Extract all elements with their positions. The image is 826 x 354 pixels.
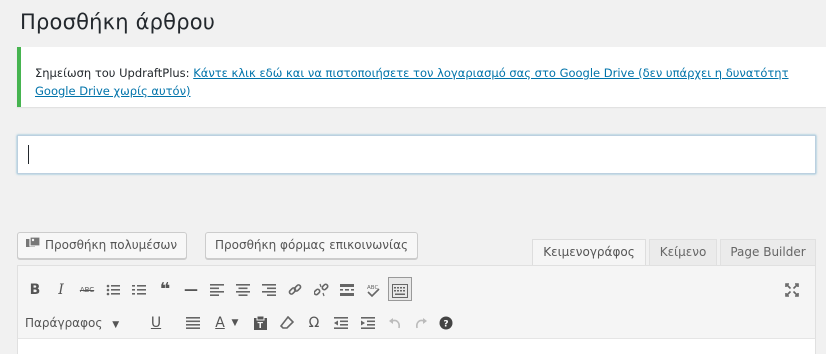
updraftplus-notice: Σημείωση του UpdraftPlus: Κάντε κλικ εδώ… [17, 47, 826, 107]
indent-icon[interactable] [357, 312, 379, 334]
outdent-icon[interactable] [330, 312, 352, 334]
chevron-down-icon[interactable]: ▼ [228, 312, 242, 334]
tab-text[interactable]: Κείμενο [649, 239, 717, 265]
help-icon-glyph: ? [443, 320, 448, 330]
chevron-down-icon: ▼ [112, 320, 120, 330]
toolbar-toggle-icon[interactable] [388, 277, 412, 301]
svg-text:ABC: ABC [367, 285, 378, 291]
blockquote-icon[interactable]: ❝ [154, 279, 176, 301]
horizontal-rule-icon[interactable]: — [180, 279, 202, 301]
unlink-icon[interactable] [310, 279, 332, 301]
numbered-list-icon[interactable] [128, 279, 150, 301]
add-media-button[interactable]: Προσθήκη πολυμέσων [17, 232, 188, 259]
format-select[interactable]: Παράγραφος ▼ [25, 312, 119, 334]
add-media-label: Προσθήκη πολυμέσων [45, 238, 178, 252]
italic-icon[interactable]: I [50, 279, 72, 301]
read-more-icon[interactable] [336, 279, 358, 301]
svg-text:T: T [257, 321, 263, 330]
clear-formatting-icon[interactable] [276, 312, 298, 334]
align-center-icon[interactable] [232, 279, 254, 301]
redo-icon[interactable] [410, 312, 432, 334]
add-contact-form-button[interactable]: Προσθήκη φόρμας επικοινωνίας [205, 232, 419, 259]
help-icon[interactable]: ? [435, 312, 457, 334]
justify-icon[interactable] [182, 312, 204, 334]
align-right-icon[interactable] [258, 279, 280, 301]
post-title-input[interactable] [17, 135, 816, 174]
align-left-icon[interactable] [206, 279, 228, 301]
tab-page-builder[interactable]: Page Builder [720, 239, 816, 265]
fullscreen-icon[interactable] [781, 279, 803, 301]
spellcheck-icon[interactable]: ABC [362, 279, 384, 301]
text-caret [28, 145, 29, 164]
page-title: Προσθήκη άρθρου [20, 10, 216, 34]
bold-icon[interactable]: B [24, 279, 46, 301]
notice-link-drive-auth-cont[interactable]: Google Drive χωρίς αυτόν) [35, 84, 191, 98]
underline-icon[interactable]: U [145, 312, 167, 334]
notice-label: Σημείωση του UpdraftPlus: [35, 66, 190, 80]
undo-icon[interactable] [384, 312, 406, 334]
bullet-list-icon[interactable] [102, 279, 124, 301]
media-icon [26, 233, 41, 258]
notice-link-drive-auth[interactable]: Κάντε κλικ εδώ και να πιστοποιήσετε τον … [193, 66, 788, 80]
strikethrough-icon[interactable]: ABC [76, 279, 98, 301]
editor-content-area[interactable] [17, 338, 816, 354]
paste-text-icon[interactable]: T [249, 312, 271, 334]
special-character-icon[interactable]: Ω [303, 312, 325, 334]
link-icon[interactable] [284, 279, 306, 301]
format-select-value: Παράγραφος [25, 316, 103, 330]
tab-visual[interactable]: Κειμενογράφος [532, 239, 646, 265]
